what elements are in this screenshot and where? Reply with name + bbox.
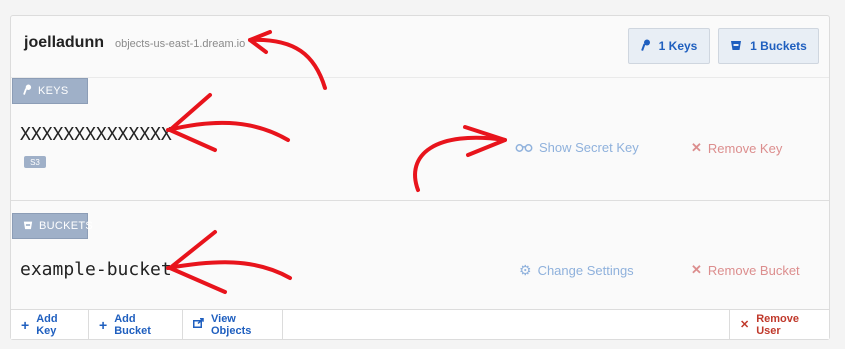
export-icon [193, 318, 204, 331]
x-icon: ✕ [740, 319, 750, 331]
footer-toolbar: + Add Key + Add Bucket View Objects ✕ Re… [11, 309, 829, 339]
plus-icon: + [21, 316, 30, 333]
key-icon [640, 39, 651, 54]
keys-count-label: 1 Keys [658, 39, 698, 53]
username: joelladunn [24, 34, 104, 51]
user-header: joelladunn objects-us-east-1.dream.io 1 … [11, 16, 829, 78]
show-secret-key-link[interactable]: Show Secret Key [515, 140, 639, 155]
remove-user-label: Remove User [756, 312, 800, 337]
bucket-icon [730, 39, 742, 54]
buckets-count-button[interactable]: 1 Buckets [718, 28, 819, 64]
keys-count-button[interactable]: 1 Keys [628, 28, 710, 64]
add-bucket-button[interactable]: + Add Bucket [89, 310, 183, 339]
x-icon: ✕ [691, 140, 702, 155]
gear-icon: ⚙ [519, 262, 532, 278]
remove-bucket-link[interactable]: ✕ Remove Bucket [691, 262, 800, 278]
view-objects-button[interactable]: View Objects [183, 310, 283, 339]
host-name: objects-us-east-1.dream.io [115, 38, 246, 50]
glasses-icon [515, 140, 533, 155]
view-objects-label: View Objects [211, 312, 252, 337]
buckets-tag-label: BUCKETS [39, 220, 94, 232]
plus-icon: + [99, 316, 108, 333]
change-settings-link[interactable]: ⚙ Change Settings [519, 262, 634, 279]
key-id: XXXXXXXXXXXXXX [20, 124, 172, 145]
buckets-tag: BUCKETS [12, 213, 93, 239]
keys-tag: KEYS [12, 78, 88, 104]
user-card: joelladunn objects-us-east-1.dream.io 1 … [10, 15, 830, 340]
buckets-count-label: 1 Buckets [750, 39, 807, 53]
key-icon [23, 84, 32, 98]
remove-bucket-label: Remove Bucket [707, 262, 800, 278]
keys-section: KEYS XXXXXXXXXXXXXX S3 Show Secret Key ✕… [11, 78, 829, 201]
remove-key-link[interactable]: ✕ Remove Key [691, 140, 782, 156]
add-key-button[interactable]: + Add Key [11, 310, 89, 339]
remove-key-label: Remove Key [707, 140, 783, 156]
buckets-section: BUCKETS example-bucket ⚙ Change Settings… [11, 213, 829, 310]
add-bucket-label: Add Bucket [114, 312, 151, 337]
s3-badge: S3 [24, 156, 46, 168]
bucket-name: example-bucket [20, 259, 172, 280]
remove-user-button[interactable]: ✕ Remove User [729, 310, 830, 339]
show-secret-key-label: Show Secret Key [539, 140, 639, 155]
add-key-label: Add Key [36, 312, 58, 337]
keys-tag-label: KEYS [38, 85, 69, 97]
x-icon: ✕ [691, 262, 702, 277]
change-settings-label: Change Settings [537, 263, 634, 278]
bucket-icon [23, 220, 33, 233]
